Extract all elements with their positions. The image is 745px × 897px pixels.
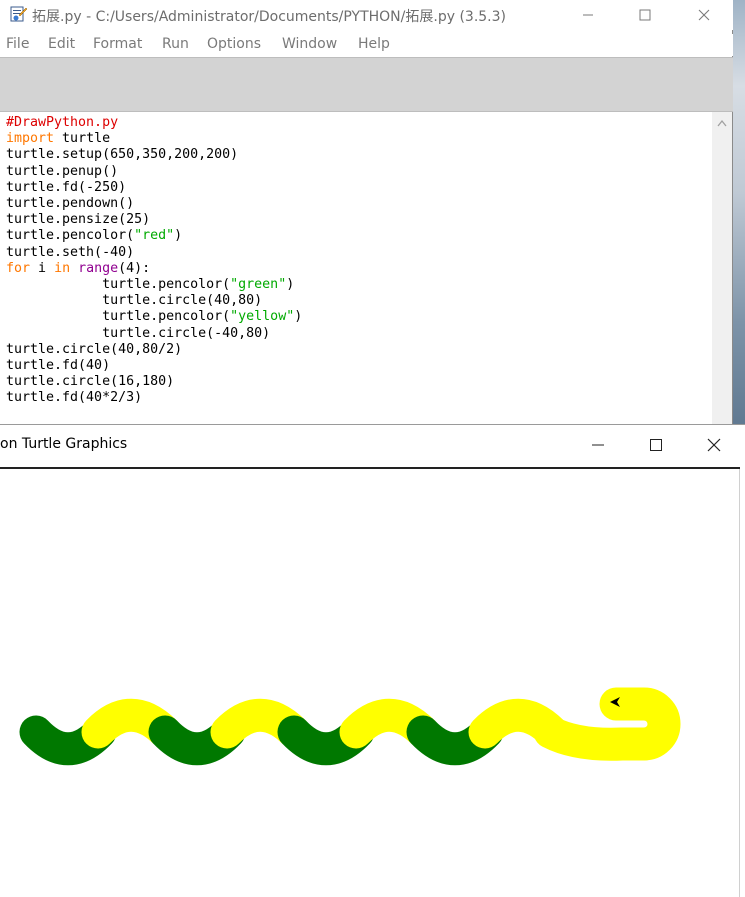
code-line: turtle.pencolor("yellow") xyxy=(6,309,303,325)
turtle-maximize-button[interactable] xyxy=(633,429,679,461)
code-line: turtle.fd(-250) xyxy=(6,179,127,195)
code-editor[interactable]: #DrawPython.py import turtle turtle.setup(… xyxy=(0,112,712,430)
desktop-background xyxy=(733,0,745,430)
code-line: turtle.circle(-40,80) xyxy=(6,325,271,341)
chevron-up-icon xyxy=(717,119,727,127)
turtle-titlebar[interactable]: on Turtle Graphics xyxy=(0,425,745,465)
idle-app-icon xyxy=(10,6,28,22)
editor-window-title: 拓展.py - C:/Users/Administrator/Documents… xyxy=(32,9,506,25)
turtle-graphics-window: on Turtle Graphics xyxy=(0,424,745,897)
maximize-icon xyxy=(639,9,651,21)
menu-file[interactable]: File xyxy=(6,36,29,52)
menu-window[interactable]: Window xyxy=(282,36,337,52)
minimize-icon xyxy=(592,444,604,446)
menu-help[interactable]: Help xyxy=(358,36,390,52)
code-line: #DrawPython.py xyxy=(6,115,119,130)
turtle-close-button[interactable] xyxy=(691,429,737,461)
code-line: turtle.seth(-40) xyxy=(6,244,135,260)
scroll-up-button[interactable] xyxy=(712,114,732,132)
code-line: import turtle xyxy=(6,131,111,147)
minimize-button[interactable] xyxy=(565,0,611,30)
code-line: turtle.circle(16,180) xyxy=(6,374,175,390)
menu-edit[interactable]: Edit xyxy=(48,36,75,52)
turtle-minimize-button[interactable] xyxy=(575,429,621,461)
code-line: turtle.pencolor("red") xyxy=(6,228,183,244)
close-icon xyxy=(707,438,721,452)
code-line: turtle.circle(40,80/2) xyxy=(6,341,183,357)
menu-options[interactable]: Options xyxy=(207,36,261,52)
code-line: turtle.pendown() xyxy=(6,196,135,211)
maximize-icon xyxy=(650,439,662,451)
code-line: turtle.circle(40,80) xyxy=(6,293,263,309)
vertical-scrollbar[interactable] xyxy=(712,112,732,430)
code-line: turtle.setup(650,350,200,200) xyxy=(6,147,239,163)
menu-bar: File Edit Format Run Options Window Help xyxy=(0,34,733,56)
code-line: turtle.fd(40*2/3) xyxy=(6,390,143,406)
turtle-canvas[interactable] xyxy=(0,469,740,897)
close-button[interactable] xyxy=(681,0,727,30)
code-line: turtle.penup() xyxy=(6,163,119,179)
code-line: turtle.pencolor("green") xyxy=(6,277,295,292)
maximize-button[interactable] xyxy=(622,0,668,30)
minimize-icon xyxy=(583,14,593,16)
code-line: for i in range(4): xyxy=(6,260,151,276)
code-line: turtle.fd(40) xyxy=(6,358,111,373)
menu-format[interactable]: Format xyxy=(93,36,142,52)
editor-titlebar[interactable]: 拓展.py - C:/Users/Administrator/Documents… xyxy=(0,0,733,30)
close-icon xyxy=(698,9,710,21)
idle-editor-window: 拓展.py - C:/Users/Administrator/Documents… xyxy=(0,0,733,430)
menu-run[interactable]: Run xyxy=(162,36,189,52)
code-line: turtle.pensize(25) xyxy=(6,212,151,228)
turtle-window-title: on Turtle Graphics xyxy=(0,436,128,452)
toolbar-area xyxy=(0,57,733,112)
python-drawing xyxy=(19,687,681,766)
